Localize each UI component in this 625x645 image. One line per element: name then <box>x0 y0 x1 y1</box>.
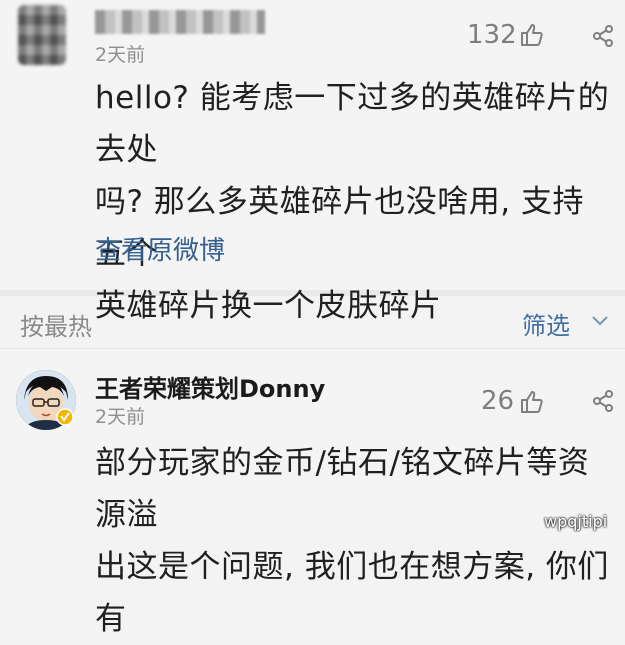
comment-username[interactable]: 王者荣耀策划Donny <box>95 369 325 404</box>
blurred-username[interactable] <box>95 10 265 34</box>
comment-text-1: hello? 能考虑一下过多的英雄碎片的去处 吗? 那么多英雄碎片也没啥用, 支… <box>95 72 610 332</box>
comment-time: 2天前 <box>95 406 146 428</box>
comment-line: 出这是个问题, 我们也在想方案, 你们有 <box>95 549 609 637</box>
thumb-up-icon[interactable] <box>519 389 545 415</box>
blurred-avatar[interactable] <box>18 5 66 65</box>
thumb-up-icon[interactable] <box>519 22 545 48</box>
comment-text-2: 部分玩家的金币/钻石/铭文碎片等资源溢 出这是个问题, 我们也在想方案, 你们有 <box>95 437 610 645</box>
chevron-down-icon[interactable] <box>590 314 610 328</box>
watermark: wpqjtipi <box>544 512 608 531</box>
sort-hot-label[interactable]: 按最热 <box>20 307 92 342</box>
comment-line: hello? 能考虑一下过多的英雄碎片的去处 <box>95 80 610 168</box>
view-original-link[interactable]: 查看原微博 <box>95 230 225 267</box>
filter-button[interactable]: 筛选 <box>522 306 570 341</box>
share-icon[interactable] <box>591 389 615 413</box>
share-icon[interactable] <box>591 24 615 48</box>
like-count: 132 <box>467 20 517 50</box>
verified-badge-icon <box>56 408 74 426</box>
like-count: 26 <box>481 386 515 416</box>
comment-time: 2天前 <box>95 44 146 66</box>
comment-line: 部分玩家的金币/钻石/铭文碎片等资源溢 <box>95 445 590 533</box>
